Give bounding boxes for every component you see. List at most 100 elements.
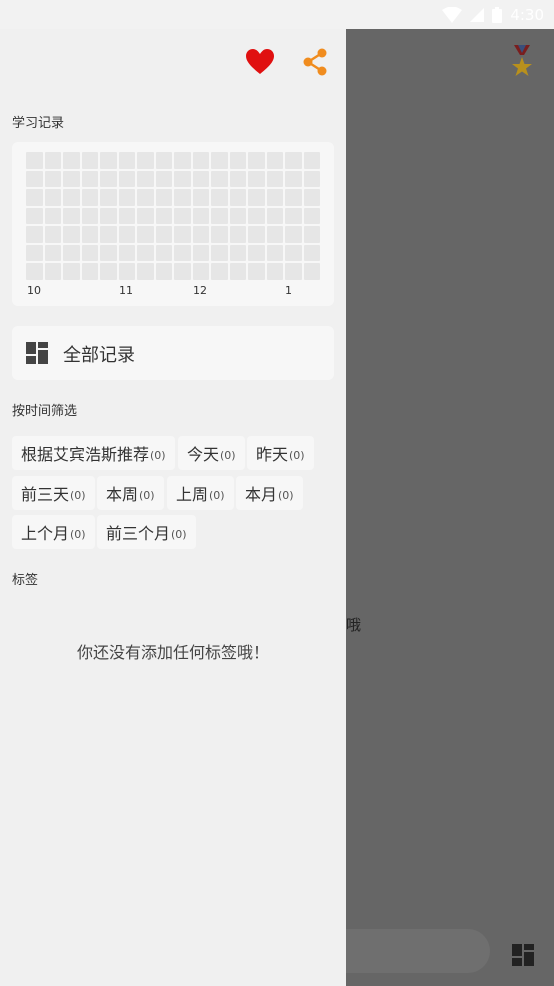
cell-signal-icon	[470, 8, 485, 22]
filter-chip-label: 前三个月	[106, 524, 171, 543]
filter-chip-count: (0)	[70, 527, 86, 541]
heatmap-day-cell	[303, 207, 320, 224]
no-tags-message: 你还没有添加任何标签哦！	[76, 643, 269, 662]
heatmap-day-cell	[81, 263, 98, 280]
heatmap-day-cell	[155, 207, 172, 224]
heatmap-day-cell	[174, 244, 191, 261]
heatmap-day-cell	[100, 226, 117, 243]
heatmap-day-cell	[26, 207, 43, 224]
heatmap-day-cell	[26, 189, 43, 206]
filter-chip-ebbinghaus[interactable]: 根据艾宾浩斯推荐 (0)	[12, 436, 175, 470]
heatmap-day-cell	[44, 226, 61, 243]
heatmap-day-cell	[248, 207, 265, 224]
heatmap-day-cell	[229, 170, 246, 187]
filter-chip-count: (0)	[139, 488, 155, 502]
heatmap-day-cell	[174, 207, 191, 224]
filter-chip-label: 根据艾宾浩斯推荐	[21, 445, 150, 464]
heatmap-day-cell	[285, 207, 302, 224]
navigation-drawer: 学习记录 10 11 12 1 全部记录 按时间筛选 根据艾宾浩斯推荐 (0) 今…	[0, 29, 346, 986]
heatmap-day-cell	[44, 207, 61, 224]
heatmap-day-cell	[174, 226, 191, 243]
heatmap-day-cell	[26, 263, 43, 280]
filter-chip-last-week[interactable]: 上周 (0)	[167, 476, 234, 510]
status-bar: 4:30	[0, 0, 554, 29]
filter-chip-today[interactable]: 今天 (0)	[178, 436, 245, 470]
favorite-heart-icon[interactable]	[246, 49, 274, 75]
heatmap-day-cell	[44, 152, 61, 169]
heatmap-day-cell	[118, 152, 135, 169]
heatmap-day-cell	[81, 189, 98, 206]
records-grid-icon	[512, 944, 534, 966]
heatmap-day-cell	[285, 170, 302, 187]
heatmap-day-cell	[155, 189, 172, 206]
heatmap-day-cell	[192, 170, 209, 187]
filter-chip-label: 前三天	[21, 485, 70, 504]
heatmap-day-cell	[81, 152, 98, 169]
heatmap-month-label: 11	[119, 284, 133, 297]
heatmap-day-cell	[81, 207, 98, 224]
filter-chip-count: (0)	[278, 488, 294, 502]
filter-chip-label: 昨天	[256, 445, 289, 464]
heatmap-day-cell	[248, 226, 265, 243]
heatmap-day-cell	[63, 170, 80, 187]
heatmap-day-cell	[63, 207, 80, 224]
filter-chip-count: (0)	[220, 448, 236, 462]
time-filter-label: 按时间筛选	[12, 404, 78, 419]
heatmap-day-cell	[155, 263, 172, 280]
heatmap-day-cell	[211, 189, 228, 206]
filter-chip-last-month[interactable]: 上个月 (0)	[12, 515, 95, 549]
heatmap-day-cell	[192, 244, 209, 261]
heatmap-day-cell	[26, 244, 43, 261]
background-app-scrim[interactable]: 哦	[346, 29, 554, 986]
all-records-button[interactable]: 全部记录	[12, 326, 334, 380]
study-record-label: 学习记录	[12, 116, 65, 131]
status-time: 4:30	[510, 6, 544, 24]
heatmap-day-cell	[81, 170, 98, 187]
heatmap-day-cell	[303, 263, 320, 280]
filter-chip-count: (0)	[70, 488, 86, 502]
heatmap-day-cell	[26, 226, 43, 243]
heatmap-day-cell	[44, 244, 61, 261]
heatmap-day-cell	[174, 189, 191, 206]
study-heatmap-card: 10 11 12 1	[12, 142, 334, 306]
heatmap-day-cell	[211, 244, 228, 261]
heatmap-day-cell	[118, 244, 135, 261]
share-icon[interactable]	[302, 48, 328, 76]
heatmap-day-cell	[63, 244, 80, 261]
filter-chip-count: (0)	[209, 488, 225, 502]
heatmap-day-cell	[100, 189, 117, 206]
heatmap-day-cell	[248, 244, 265, 261]
filter-chip-last-three-months[interactable]: 前三个月 (0)	[97, 515, 196, 549]
heatmap-day-cell	[137, 152, 154, 169]
heatmap-day-cell	[118, 226, 135, 243]
heatmap-day-cell	[137, 207, 154, 224]
heatmap-day-cell	[266, 207, 283, 224]
study-heatmap-grid	[26, 152, 320, 280]
heatmap-day-cell	[303, 244, 320, 261]
heatmap-month-label: 10	[27, 284, 41, 297]
filter-chip-count: (0)	[289, 448, 305, 462]
filter-chip-label: 上个月	[21, 524, 70, 543]
dashboard-grid-icon	[26, 342, 48, 364]
heatmap-day-cell	[155, 170, 172, 187]
heatmap-day-cell	[44, 170, 61, 187]
heatmap-day-cell	[266, 226, 283, 243]
wifi-icon	[442, 7, 463, 23]
filter-chip-last-three-days[interactable]: 前三天 (0)	[12, 476, 95, 510]
heatmap-day-cell	[155, 226, 172, 243]
heatmap-day-cell	[248, 189, 265, 206]
heatmap-day-cell	[192, 226, 209, 243]
filter-chip-this-week[interactable]: 本周 (0)	[97, 476, 164, 510]
filter-chip-label: 今天	[187, 445, 220, 464]
filter-chip-yesterday[interactable]: 昨天 (0)	[247, 436, 314, 470]
heatmap-day-cell	[100, 152, 117, 169]
heatmap-day-cell	[137, 170, 154, 187]
heatmap-day-cell	[155, 244, 172, 261]
heatmap-day-cell	[137, 189, 154, 206]
heatmap-day-cell	[248, 170, 265, 187]
tags-label: 标签	[12, 573, 39, 588]
filter-chip-this-month[interactable]: 本月 (0)	[236, 476, 303, 510]
background-empty-text: 哦	[346, 616, 362, 634]
heatmap-day-cell	[211, 263, 228, 280]
heatmap-day-cell	[100, 263, 117, 280]
